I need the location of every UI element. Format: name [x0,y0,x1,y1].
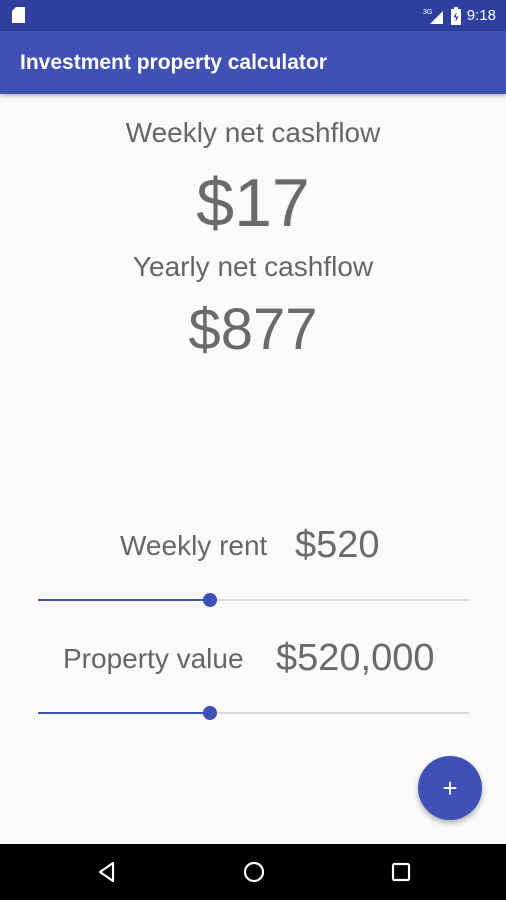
app-bar: Investment property calculator [0,31,506,94]
weekly-net-cashflow-value: $17 [196,165,310,241]
slider-thumb[interactable] [203,706,218,720]
property-value-label: Property value [63,643,244,674]
status-time: 9:18 [466,7,496,24]
app-title: Investment property calculator [20,51,327,74]
recents-icon[interactable] [389,860,413,884]
status-bar: 3G 9:18 [0,0,506,31]
yearly-net-cashflow-label: Yearly net cashflow [132,251,374,282]
navigation-bar [0,844,506,900]
weekly-rent-slider[interactable] [38,590,469,610]
property-value-value: $520,000 [276,637,435,679]
battery-icon [450,6,461,25]
back-icon[interactable] [95,860,119,884]
sd-card-icon [12,7,25,23]
home-icon[interactable] [242,860,266,884]
add-button[interactable]: + [418,756,482,820]
yearly-net-cashflow-value: $877 [188,297,318,362]
signal-icon: 3G [423,9,443,24]
slider-fill [38,599,211,601]
weekly-rent-value: $520 [295,524,380,566]
property-value-slider[interactable] [38,703,469,723]
weekly-net-cashflow-label: Weekly net cashflow [125,117,381,148]
slider-thumb[interactable] [203,593,218,607]
slider-fill [38,712,211,714]
network-type-label: 3G [423,9,432,16]
status-icons: 3G 9:18 [423,0,496,31]
weekly-rent-label: Weekly rent [120,530,268,561]
